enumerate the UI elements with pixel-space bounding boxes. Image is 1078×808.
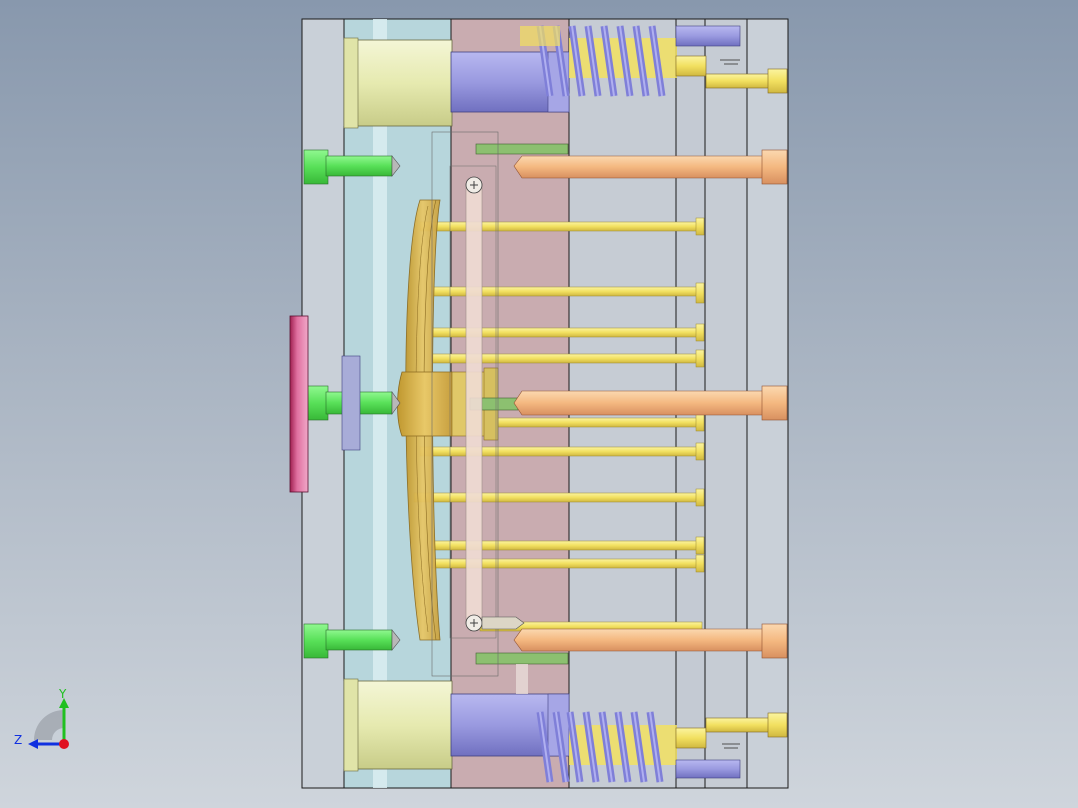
core-pin-bottom[interactable] [475,652,569,665]
ejector-guide-upper [520,26,560,46]
guide-pillar-bottom[interactable] [343,678,453,772]
runner-screw-bottom[interactable] [465,614,525,632]
triad-arc [34,710,64,740]
runner-screw-top[interactable] [465,176,483,194]
guide-pillar-top[interactable] [343,37,453,129]
ejector-guide-lower [516,664,528,694]
locating-ring[interactable] [289,315,309,493]
z-axis-arrow [28,739,38,749]
core-pin-top[interactable] [475,143,569,155]
y-axis-label: Y [58,688,67,701]
return-pin-middle[interactable] [513,385,788,421]
orientation-triad[interactable]: Y Z [14,688,74,752]
cad-viewport[interactable] [0,0,1078,808]
z-axis-label: Z [14,733,22,747]
sprue-bushing[interactable] [341,355,361,451]
x-axis-dot [59,739,69,749]
guide-bush-bottom[interactable] [450,693,570,757]
